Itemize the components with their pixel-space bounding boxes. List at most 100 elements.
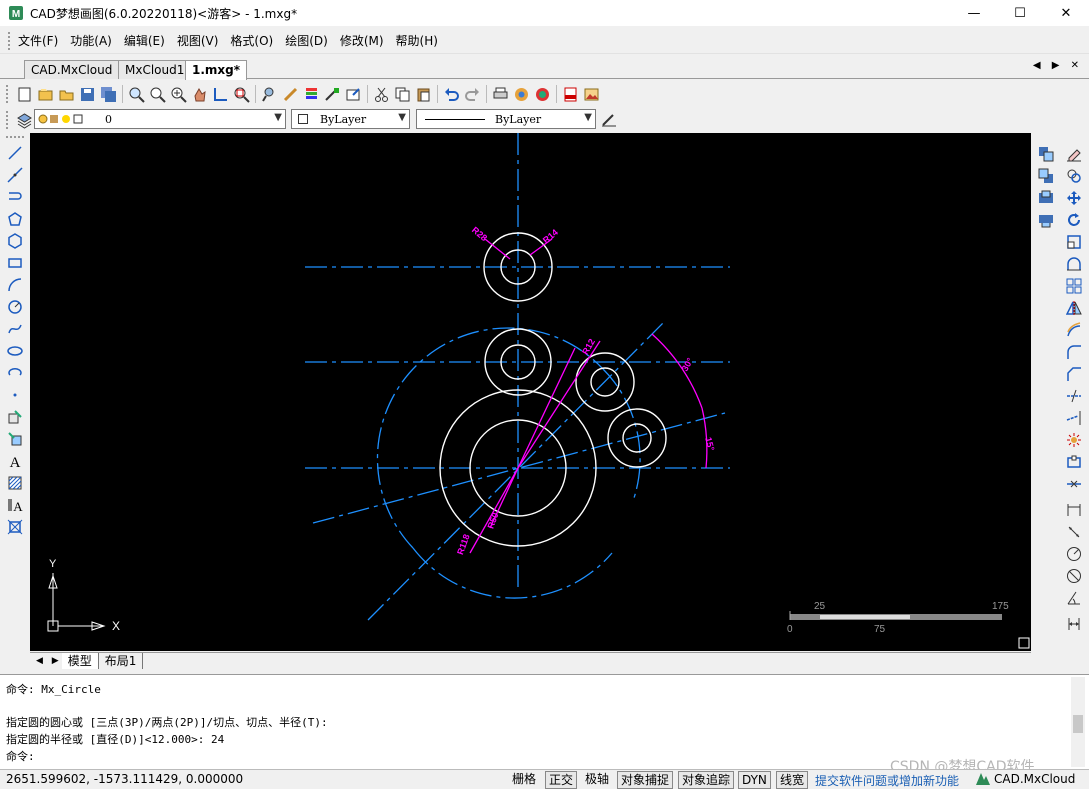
layer-colors-icon[interactable] [303,86,320,103]
erase-icon[interactable] [1066,146,1082,162]
polar-toggle[interactable]: 极轴 [582,771,612,789]
osnap-toggle[interactable]: 对象捕捉 [617,771,674,789]
menu-help[interactable]: 帮助(H) [390,28,444,54]
linetype-select[interactable]: ByLayer ▼ [416,109,596,129]
menu-modify[interactable]: 修改(M) [334,28,390,54]
zoom-realtime-icon[interactable] [149,86,166,103]
tab-layout1[interactable]: 布局1 [99,653,144,669]
line-icon[interactable] [7,145,23,161]
menu-file[interactable]: 文件(F) [12,28,64,54]
menu-function[interactable]: 功能(A) [64,28,118,54]
chamfer-icon[interactable] [1066,366,1082,382]
save-icon[interactable] [79,86,96,103]
command-window[interactable]: 命令: Mx_Circle 指定圆的圆心或 [三点(3P)/两点(2P)]/切点… [0,674,1089,769]
trim-icon[interactable] [1066,388,1082,404]
dim-angular-icon[interactable] [1066,590,1082,606]
rotate-icon[interactable] [1066,212,1082,228]
insert-block-icon[interactable] [7,409,23,425]
offset-icon[interactable] [1066,322,1082,338]
brush-icon[interactable] [282,86,299,103]
dyn-toggle[interactable]: DYN [738,771,771,789]
dim-continue-icon[interactable] [1066,616,1082,632]
polygon-icon[interactable] [7,211,23,227]
pdf-icon[interactable] [562,86,579,103]
draworder-front-icon[interactable] [1038,146,1054,162]
dim-aligned-icon[interactable] [1066,524,1082,540]
table-icon[interactable] [7,519,23,535]
rectangle-icon[interactable] [7,255,23,271]
ellipse-icon[interactable] [7,343,23,359]
scrollbar-thumb[interactable] [1073,715,1083,733]
tab-1-mxg[interactable]: 1.mxg* [185,60,248,80]
dim-radius-icon[interactable] [1066,546,1082,562]
cut-icon[interactable] [373,86,390,103]
command-scrollbar[interactable] [1071,677,1085,767]
copy-icon[interactable] [394,86,411,103]
save-all-icon[interactable] [100,86,117,103]
toolbar-grip[interactable] [6,111,10,129]
dim-linear-icon[interactable] [1066,502,1082,518]
draworder-under-icon[interactable] [1038,212,1054,228]
command-prompt[interactable]: 命令: [6,748,35,764]
image-export-icon[interactable] [583,86,600,103]
toolbar-grip[interactable] [6,85,10,103]
lineweight-icon[interactable] [600,110,618,128]
pan-icon[interactable] [191,86,208,103]
feedback-link[interactable]: 提交软件问题或增加新功能 [815,772,959,789]
menu-view[interactable]: 视图(V) [171,28,225,54]
match-properties-icon[interactable] [324,86,341,103]
extend-icon[interactable] [1066,410,1082,426]
paste-icon[interactable] [415,86,432,103]
ucs-icon[interactable] [212,86,229,103]
arc-icon[interactable] [7,277,23,293]
copy-object-icon[interactable] [1066,168,1082,184]
color-select[interactable]: ByLayer ▼ [291,109,410,129]
move-icon[interactable] [1066,190,1082,206]
grid-toggle[interactable]: 栅格 [509,771,539,789]
open-folder-icon[interactable] [58,86,75,103]
otrack-toggle[interactable]: 对象追踪 [678,771,735,789]
layer-manager-icon[interactable] [16,112,33,129]
point-icon[interactable] [7,387,23,403]
mirror-icon[interactable] [1066,300,1082,316]
resize-handle[interactable] [1018,637,1030,649]
redo-icon[interactable] [464,86,481,103]
open-file-icon[interactable] [37,86,54,103]
hexagon-icon[interactable] [7,233,23,249]
minimize-button[interactable]: — [951,0,997,26]
export-icon[interactable] [345,86,362,103]
explode-icon[interactable] [1066,432,1082,448]
lineweight-toggle[interactable]: 线宽 [776,771,809,789]
scale-icon[interactable] [1066,234,1082,250]
drawing-canvas[interactable]: R28 R14 R12 30° 15° R50 R118 Y X 25 175 … [30,133,1031,651]
xline-icon[interactable] [7,167,23,183]
menu-draw[interactable]: 绘图(D) [279,28,334,54]
menu-edit[interactable]: 编辑(E) [118,28,171,54]
dim-diameter-icon[interactable] [1066,568,1082,584]
zoom-window-icon[interactable] [128,86,145,103]
text-icon[interactable]: A [7,453,23,469]
tab-model[interactable]: 模型 [61,653,99,669]
join-icon[interactable] [1066,476,1082,492]
render-icon[interactable] [513,86,530,103]
array-icon[interactable] [1066,278,1082,294]
stretch-icon[interactable] [1066,256,1082,272]
draworder-above-icon[interactable] [1038,190,1054,206]
break-icon[interactable] [1066,454,1082,470]
draworder-back-icon[interactable] [1038,168,1054,184]
plugin-icon[interactable] [534,86,551,103]
hatch-icon[interactable] [7,475,23,491]
layer-select[interactable]: 0 ▼ [34,109,286,129]
mtext-icon[interactable]: A [7,497,23,513]
polyline-icon[interactable] [7,189,23,205]
tab-mxcloud1[interactable]: MxCloud1 [118,60,192,79]
maximize-button[interactable]: ☐ [997,0,1043,26]
zoom-in-icon[interactable] [170,86,187,103]
menu-format[interactable]: 格式(O) [224,28,279,54]
find-icon[interactable] [261,86,278,103]
spline-icon[interactable] [7,321,23,337]
toolbar-grip[interactable] [6,136,24,138]
print-icon[interactable] [492,86,509,103]
undo-icon[interactable] [443,86,460,103]
make-block-icon[interactable] [7,431,23,447]
